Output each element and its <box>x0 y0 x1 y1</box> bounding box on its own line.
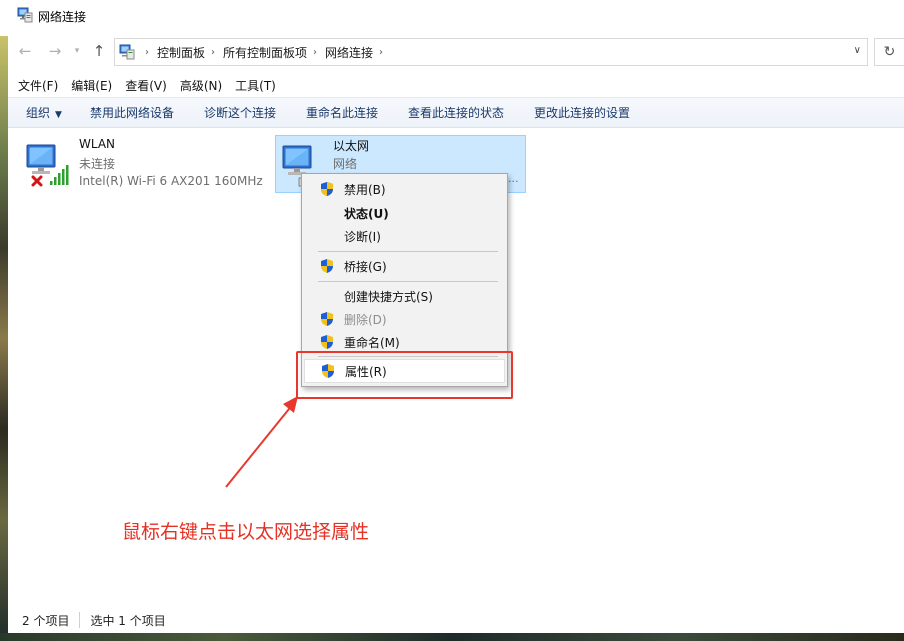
change-settings-button[interactable]: 更改此连接的设置 <box>534 104 630 121</box>
breadcrumb-control-panel[interactable]: 控制面板 <box>157 44 205 61</box>
menu-bar: 文件(F) 编辑(E) 查看(V) 高级(N) 工具(T) <box>8 74 904 96</box>
organize-button[interactable]: 组织 ▼ <box>26 104 62 121</box>
view-status-button[interactable]: 查看此连接的状态 <box>408 104 504 121</box>
annotation-text: 鼠标右键点击以太网选择属性 <box>122 521 370 543</box>
refresh-icon: ↻ <box>883 44 896 60</box>
menu-item-label: 桥接(G) <box>344 259 387 274</box>
connection-name: WLAN <box>79 137 116 151</box>
connection-device-truncated: ... <box>508 172 519 185</box>
menu-item-label: 诊断(I) <box>344 229 381 244</box>
window-title: 网络连接 <box>38 10 87 24</box>
menu-item-label: 删除(D) <box>344 312 387 327</box>
selected-count: 选中 1 个项目 <box>90 613 166 628</box>
address-dropdown-chevron-icon[interactable]: ∨ <box>854 45 861 56</box>
navigation-row: ← → ▾ ↑ › 控制面板 › 所有控制面板项 › 网络连接 › ∨ ↻ <box>8 36 904 66</box>
menu-item-label: 禁用(B) <box>344 182 386 197</box>
menu-edit[interactable]: 编辑(E) <box>71 77 112 94</box>
menu-item-delete: 删除(D) <box>304 308 505 330</box>
disable-device-button[interactable]: 禁用此网络设备 <box>90 104 174 121</box>
menu-item-bridge[interactable]: 桥接(G) <box>304 255 505 277</box>
chevron-right-icon[interactable]: › <box>211 47 215 58</box>
refresh-button[interactable]: ↻ <box>874 38 904 66</box>
menu-item-label: 重命名(M) <box>344 335 400 350</box>
back-arrow-icon[interactable]: ← <box>14 40 36 62</box>
menu-tools[interactable]: 工具(T) <box>235 77 276 94</box>
menu-item-create-shortcut[interactable]: 创建快捷方式(S) <box>304 285 505 307</box>
chevron-right-icon[interactable]: › <box>313 47 317 58</box>
status-divider <box>79 612 81 628</box>
chevron-right-icon[interactable]: › <box>145 47 149 58</box>
item-count: 2 个项目 <box>22 613 70 628</box>
command-bar: 组织 ▼ 禁用此网络设备 诊断这个连接 重命名此连接 查看此连接的状态 更改此连接… <box>8 97 904 128</box>
network-connections-icon <box>17 7 33 23</box>
menu-file[interactable]: 文件(F) <box>18 77 58 94</box>
uac-shield-icon <box>321 182 333 196</box>
connection-device: Intel(R) Wi-Fi 6 AX201 160MHz <box>79 174 263 188</box>
organize-label: 组织 <box>26 106 51 120</box>
menu-item-status[interactable]: 状态(U) <box>304 202 505 224</box>
menu-separator <box>318 281 498 282</box>
uac-shield-icon <box>321 259 333 273</box>
breadcrumb-all-items[interactable]: 所有控制面板项 <box>223 44 307 61</box>
uac-shield-icon <box>321 335 333 349</box>
control-panel-icon <box>119 44 135 60</box>
menu-item-rename[interactable]: 重命名(M) <box>304 331 505 353</box>
caret-down-icon: ▼ <box>55 110 62 120</box>
desktop-background-edge <box>0 36 8 641</box>
menu-item-disable[interactable]: 禁用(B) <box>304 178 505 200</box>
connection-name: 以太网 <box>333 139 370 153</box>
recent-locations-chevron-icon[interactable]: ▾ <box>70 40 84 62</box>
desktop-background-bottom <box>0 633 904 641</box>
breadcrumb-network-connections[interactable]: 网络连接 <box>325 44 373 61</box>
chevron-right-icon[interactable]: › <box>379 47 383 58</box>
diagnose-connection-button[interactable]: 诊断这个连接 <box>204 104 276 121</box>
menu-item-label: 创建快捷方式(S) <box>344 289 433 304</box>
menu-advanced[interactable]: 高级(N) <box>180 77 222 94</box>
menu-item-diagnose[interactable]: 诊断(I) <box>304 225 505 247</box>
status-bar: 2 个项目 选中 1 个项目 <box>8 607 904 633</box>
forward-arrow-icon[interactable]: → <box>44 40 66 62</box>
address-bar[interactable]: › 控制面板 › 所有控制面板项 › 网络连接 › ∨ <box>114 38 868 66</box>
menu-item-label: 状态(U) <box>344 206 389 221</box>
connection-status: 网络 <box>333 157 358 171</box>
rename-connection-button[interactable]: 重命名此连接 <box>306 104 378 121</box>
wireless-adapter-icon <box>26 144 69 187</box>
connection-status: 未连接 <box>79 157 116 171</box>
menu-view[interactable]: 查看(V) <box>125 77 167 94</box>
up-arrow-icon[interactable]: ↑ <box>88 40 110 62</box>
annotation-highlight-box <box>296 351 513 399</box>
title-bar: 网络连接 <box>8 0 904 32</box>
breadcrumb: › 控制面板 › 所有控制面板项 › 网络连接 › <box>139 39 391 65</box>
connection-item-wlan[interactable]: WLAN 未连接 Intel(R) Wi-Fi 6 AX201 160MHz <box>20 135 270 191</box>
uac-shield-icon <box>321 312 333 326</box>
menu-separator <box>318 251 498 252</box>
